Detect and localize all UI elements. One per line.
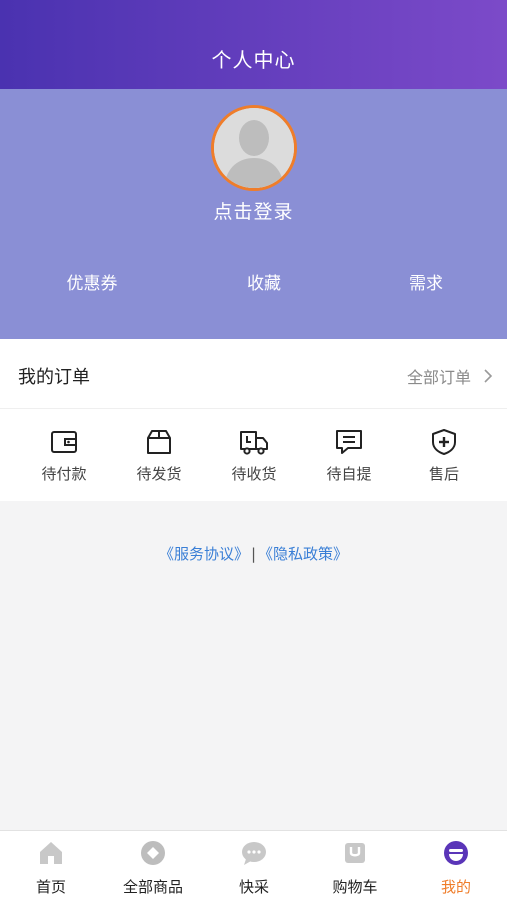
login-link[interactable]: 点击登录	[0, 197, 507, 224]
category-icon	[141, 841, 165, 865]
order-after-sales[interactable]: 售后	[399, 427, 489, 484]
page-title: 个人中心	[211, 48, 296, 72]
service-agreement-link[interactable]: 《服务协议》	[159, 545, 249, 563]
orders-card: 我的订单 全部订单 待付款 待发货 待收货 待自提 售后	[0, 339, 507, 501]
tab-label: 快采	[238, 878, 269, 896]
shield-plus-icon	[432, 429, 456, 455]
profile-banner: 点击登录 优惠券 收藏 需求	[0, 89, 507, 339]
chevron-right-icon	[484, 369, 493, 383]
coupon-link[interactable]: 优惠券	[32, 269, 152, 294]
top-header: 个人中心	[0, 0, 507, 89]
privacy-policy-link[interactable]: 《隐私政策》	[258, 545, 348, 563]
tab-label: 全部商品	[122, 878, 183, 896]
tab-cart[interactable]: 购物车	[305, 839, 405, 897]
order-pending-receipt[interactable]: 待收货	[209, 427, 299, 484]
order-item-label: 待自提	[326, 465, 372, 483]
tab-mine[interactable]: 我的	[406, 839, 506, 897]
truck-icon	[240, 431, 268, 455]
message-icon	[336, 430, 362, 454]
profile-icon	[444, 841, 468, 865]
order-item-label: 待发货	[136, 465, 182, 483]
box-icon	[147, 430, 171, 454]
orders-header: 我的订单 全部订单	[0, 339, 507, 409]
legal-links: 《服务协议》 | 《隐私政策》	[0, 543, 507, 564]
wallet-icon	[51, 431, 77, 453]
bottom-tab-bar: 首页 全部商品 快采 购物车 我的	[0, 830, 507, 900]
all-orders-link[interactable]: 全部订单	[407, 364, 493, 388]
order-pending-payment[interactable]: 待付款	[19, 427, 109, 484]
legal-separator: |	[250, 545, 257, 563]
tab-label: 我的	[440, 878, 471, 896]
order-self-pickup[interactable]: 待自提	[304, 427, 394, 484]
tab-quick-purchase[interactable]: 快采	[204, 839, 304, 897]
order-item-label: 待付款	[41, 465, 87, 483]
order-pending-shipment[interactable]: 待发货	[114, 427, 204, 484]
orders-title: 我的订单	[18, 367, 90, 388]
tab-label: 购物车	[332, 878, 378, 896]
cart-icon	[345, 843, 365, 863]
order-item-label: 待收货	[231, 465, 277, 483]
user-silhouette-icon	[214, 108, 294, 188]
home-icon	[40, 842, 62, 864]
chat-icon	[242, 842, 266, 865]
order-item-label: 售后	[428, 465, 459, 483]
tab-all-products[interactable]: 全部商品	[103, 839, 203, 897]
tab-label: 首页	[35, 878, 66, 896]
tab-home[interactable]: 首页	[1, 839, 101, 897]
avatar[interactable]	[211, 105, 297, 191]
all-orders-label: 全部订单	[406, 368, 471, 387]
demand-link[interactable]: 需求	[366, 269, 486, 294]
favorite-link[interactable]: 收藏	[204, 269, 324, 294]
